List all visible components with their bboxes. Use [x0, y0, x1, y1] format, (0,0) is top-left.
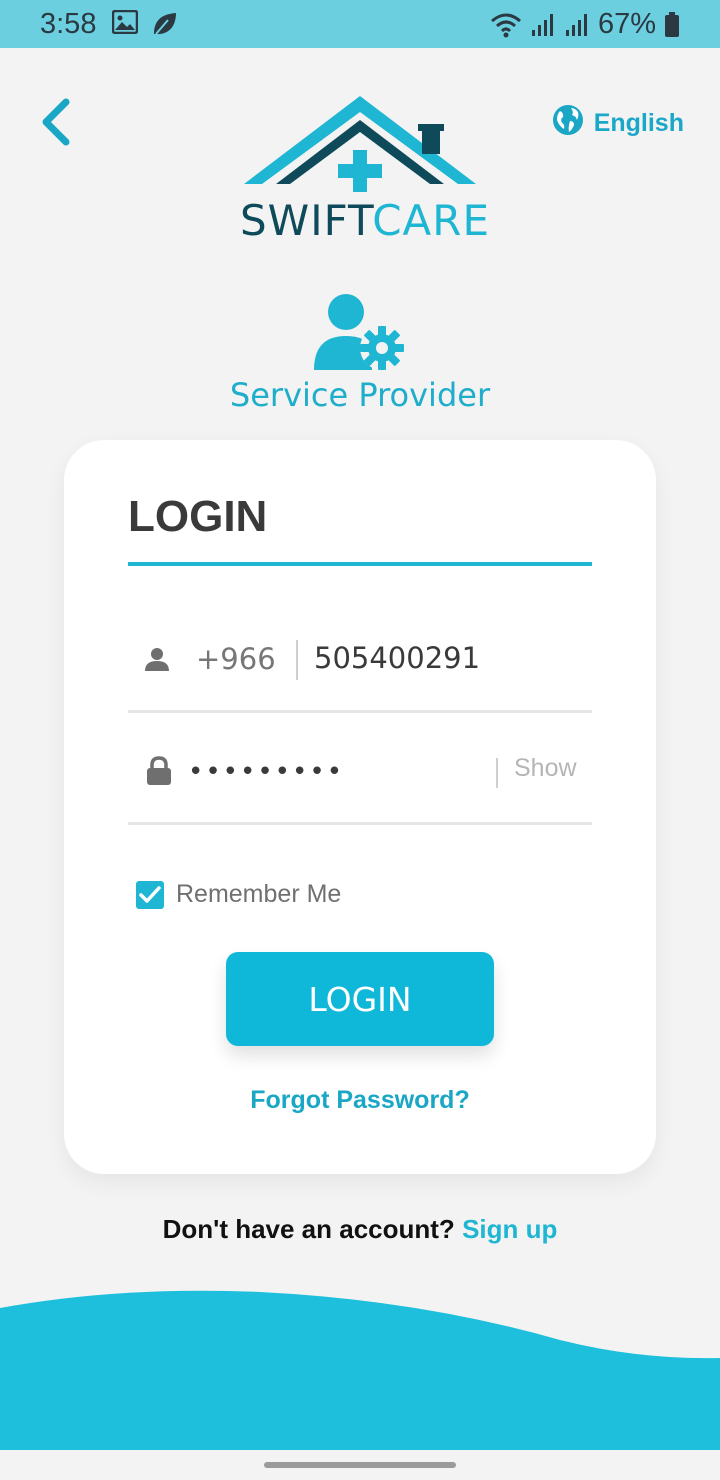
chevron-left-icon: [36, 98, 80, 152]
password-field: Show: [128, 736, 592, 825]
signal-icon: [530, 12, 556, 38]
status-icons-left: [111, 9, 178, 43]
user-gear-icon: [310, 292, 410, 376]
remember-me-checkbox[interactable]: [136, 880, 164, 909]
back-button[interactable]: [36, 96, 80, 148]
signal-icon: [564, 12, 590, 38]
forgot-password-link[interactable]: Forgot Password?: [64, 1086, 656, 1115]
language-label: English: [593, 109, 684, 137]
country-code[interactable]: +966: [196, 642, 276, 676]
logo-text-swift: SWIFT: [240, 196, 373, 245]
phone-input[interactable]: [314, 636, 574, 680]
signup-link[interactable]: Sign up: [462, 1214, 557, 1244]
language-selector[interactable]: English: [552, 104, 684, 143]
remember-me[interactable]: Remember Me: [136, 880, 341, 909]
signup-row: Don't have an account? Sign up: [0, 1214, 720, 1245]
show-password-button[interactable]: Show: [514, 754, 577, 783]
navigation-bar: [0, 1450, 720, 1480]
image-icon: [111, 9, 139, 43]
battery-icon: [664, 11, 680, 38]
status-bar: 3:58 67%: [0, 0, 720, 48]
phone-field: +966: [128, 624, 592, 713]
password-input[interactable]: [188, 752, 478, 792]
password-divider: [496, 758, 498, 788]
wifi-icon: [490, 12, 522, 38]
login-button[interactable]: LOGIN: [226, 952, 494, 1046]
globe-icon: [552, 104, 584, 143]
status-time: 3:58: [40, 8, 97, 40]
leaf-icon: [150, 10, 178, 43]
decorative-wave: [0, 1286, 720, 1450]
phone-divider: [296, 640, 298, 680]
role-label: Service Provider: [229, 376, 491, 414]
status-icons-right: 67%: [490, 8, 680, 41]
battery-level: 67%: [597, 8, 656, 40]
title-underline: [128, 562, 592, 566]
user-icon: [144, 646, 170, 677]
signup-prompt: Don't have an account?: [162, 1214, 455, 1244]
login-card: LOGIN +966 Show Remember Me LOGIN Forgot…: [64, 440, 656, 1174]
lock-icon: [146, 756, 172, 791]
logo-text: SWIFTCARE: [240, 196, 489, 245]
logo-text-care: CARE: [372, 196, 490, 245]
login-title: LOGIN: [128, 492, 268, 541]
home-indicator[interactable]: [264, 1462, 456, 1468]
remember-me-label: Remember Me: [176, 880, 342, 908]
